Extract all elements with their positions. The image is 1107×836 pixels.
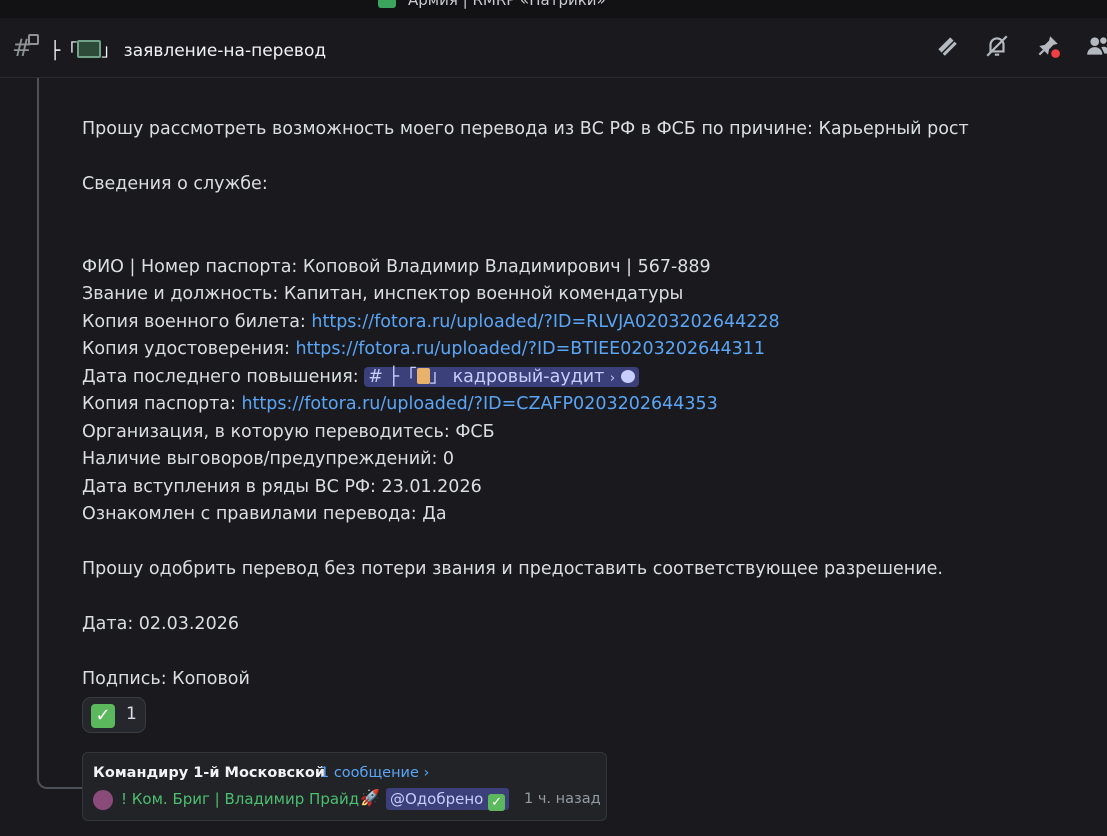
thread-connector-line bbox=[37, 78, 84, 789]
last-promotion-label: Дата последнего повышения: bbox=[82, 366, 365, 387]
channel-title-text: 」 заявление-на-перевод bbox=[101, 41, 327, 61]
fio-line: ФИО | Номер паспорта: Коповой Владимир В… bbox=[82, 256, 711, 277]
channel-title: ├「 」 заявление-на-перевод bbox=[50, 36, 326, 61]
thread-last-author[interactable]: ! Ком. Бриг | Владимир Прайд bbox=[121, 790, 359, 808]
channel-mention-name: 」 кадровый-аудит bbox=[429, 366, 605, 387]
thread-timestamp: 1 ч. назад bbox=[524, 791, 601, 807]
check-mark-icon: ✓ bbox=[91, 704, 115, 728]
military-id-line: Копия военного билета: https://fotora.ru… bbox=[82, 309, 1082, 337]
military-id-label: Копия военного билета: bbox=[82, 311, 312, 332]
keyboard-emoji-icon bbox=[77, 40, 102, 58]
thread-preview-card[interactable]: Командиру 1-й Московской 1 сообщение › !… bbox=[82, 752, 607, 821]
rocket-icon: 🚀 bbox=[360, 788, 380, 807]
passport-link[interactable]: https://fotora.ru/uploaded/?ID=CZAFP0203… bbox=[241, 394, 717, 414]
server-title: Армия | RMRP «Патрики» bbox=[408, 0, 606, 9]
thread-name[interactable]: Командиру 1-й Московской bbox=[93, 765, 325, 781]
channel-mention-prefix: # ├「 bbox=[368, 366, 417, 387]
date-line: Дата: 02.03.2026 bbox=[82, 614, 239, 634]
reaction-check[interactable]: ✓ 1 bbox=[82, 697, 146, 733]
chevron-right-icon: › bbox=[609, 370, 616, 386]
channel-header: # ├「」 заявление-на-перевод bbox=[0, 18, 1107, 78]
pinned-icon[interactable] bbox=[1035, 33, 1061, 59]
passport-label: Копия паспорта: bbox=[82, 394, 242, 414]
avatar[interactable] bbox=[93, 790, 113, 810]
enlistment-date-line: Дата вступления в ряды ВС РФ: 23.01.2026 bbox=[82, 476, 482, 497]
passport-line: Копия паспорта: https://fotora.ru/upload… bbox=[82, 391, 1082, 419]
check-mark-icon: ✓ bbox=[488, 794, 506, 811]
server-icon bbox=[378, 0, 396, 8]
last-promotion-line: Дата последнего повышения: # ├「」 кадровы… bbox=[82, 364, 1082, 392]
request-line: Прошу рассмотреть возможность моего пере… bbox=[82, 119, 969, 139]
certificate-link[interactable]: https://fotora.ru/uploaded/?ID=BTIEE0203… bbox=[295, 339, 765, 359]
member-list-icon[interactable] bbox=[1085, 33, 1107, 59]
window-title-bar: Армия | RMRP «Патрики» bbox=[0, 0, 1107, 18]
channel-mention-kadroviy-audit[interactable]: # ├「」 кадровый-аудит › bbox=[364, 366, 639, 387]
reaction-count: 1 bbox=[126, 704, 137, 724]
signature-line: Подпись: Коповой bbox=[82, 669, 250, 689]
service-info-header: Сведения о службе: bbox=[82, 174, 268, 194]
reprimands-line: Наличие выговоров/предупреждений: 0 bbox=[82, 449, 455, 469]
certificate-label: Копия удостоверения: bbox=[82, 339, 296, 359]
organization-line: Организация, в которую переводитесь: ФСБ bbox=[82, 421, 495, 442]
lock-icon bbox=[28, 34, 39, 45]
approval-request-line: Прошу одобрить перевод без потери звания… bbox=[82, 559, 943, 579]
speech-bubble-icon bbox=[620, 369, 635, 383]
threads-icon[interactable] bbox=[934, 33, 960, 59]
role-mention-approved[interactable]: @Одобрено ✓ bbox=[386, 788, 510, 811]
clipboard-emoji-icon bbox=[416, 367, 430, 384]
military-id-link[interactable]: https://fotora.ru/uploaded/?ID=RLVJA0203… bbox=[311, 312, 779, 332]
certificate-line: Копия удостоверения: https://fotora.ru/u… bbox=[82, 336, 1082, 364]
role-mention-text: @Одобрено bbox=[390, 790, 484, 808]
rank-line: Звание и должность: Капитан, инспектор в… bbox=[82, 284, 684, 304]
channel-title-prefix: ├「 bbox=[50, 41, 78, 61]
rules-ack-line: Ознакомлен с правилами перевода: Да bbox=[82, 504, 447, 524]
message-content: Прошу рассмотреть возможность моего пере… bbox=[82, 116, 1082, 694]
thread-message-count[interactable]: 1 сообщение › bbox=[320, 765, 429, 781]
mute-icon[interactable] bbox=[984, 33, 1010, 59]
